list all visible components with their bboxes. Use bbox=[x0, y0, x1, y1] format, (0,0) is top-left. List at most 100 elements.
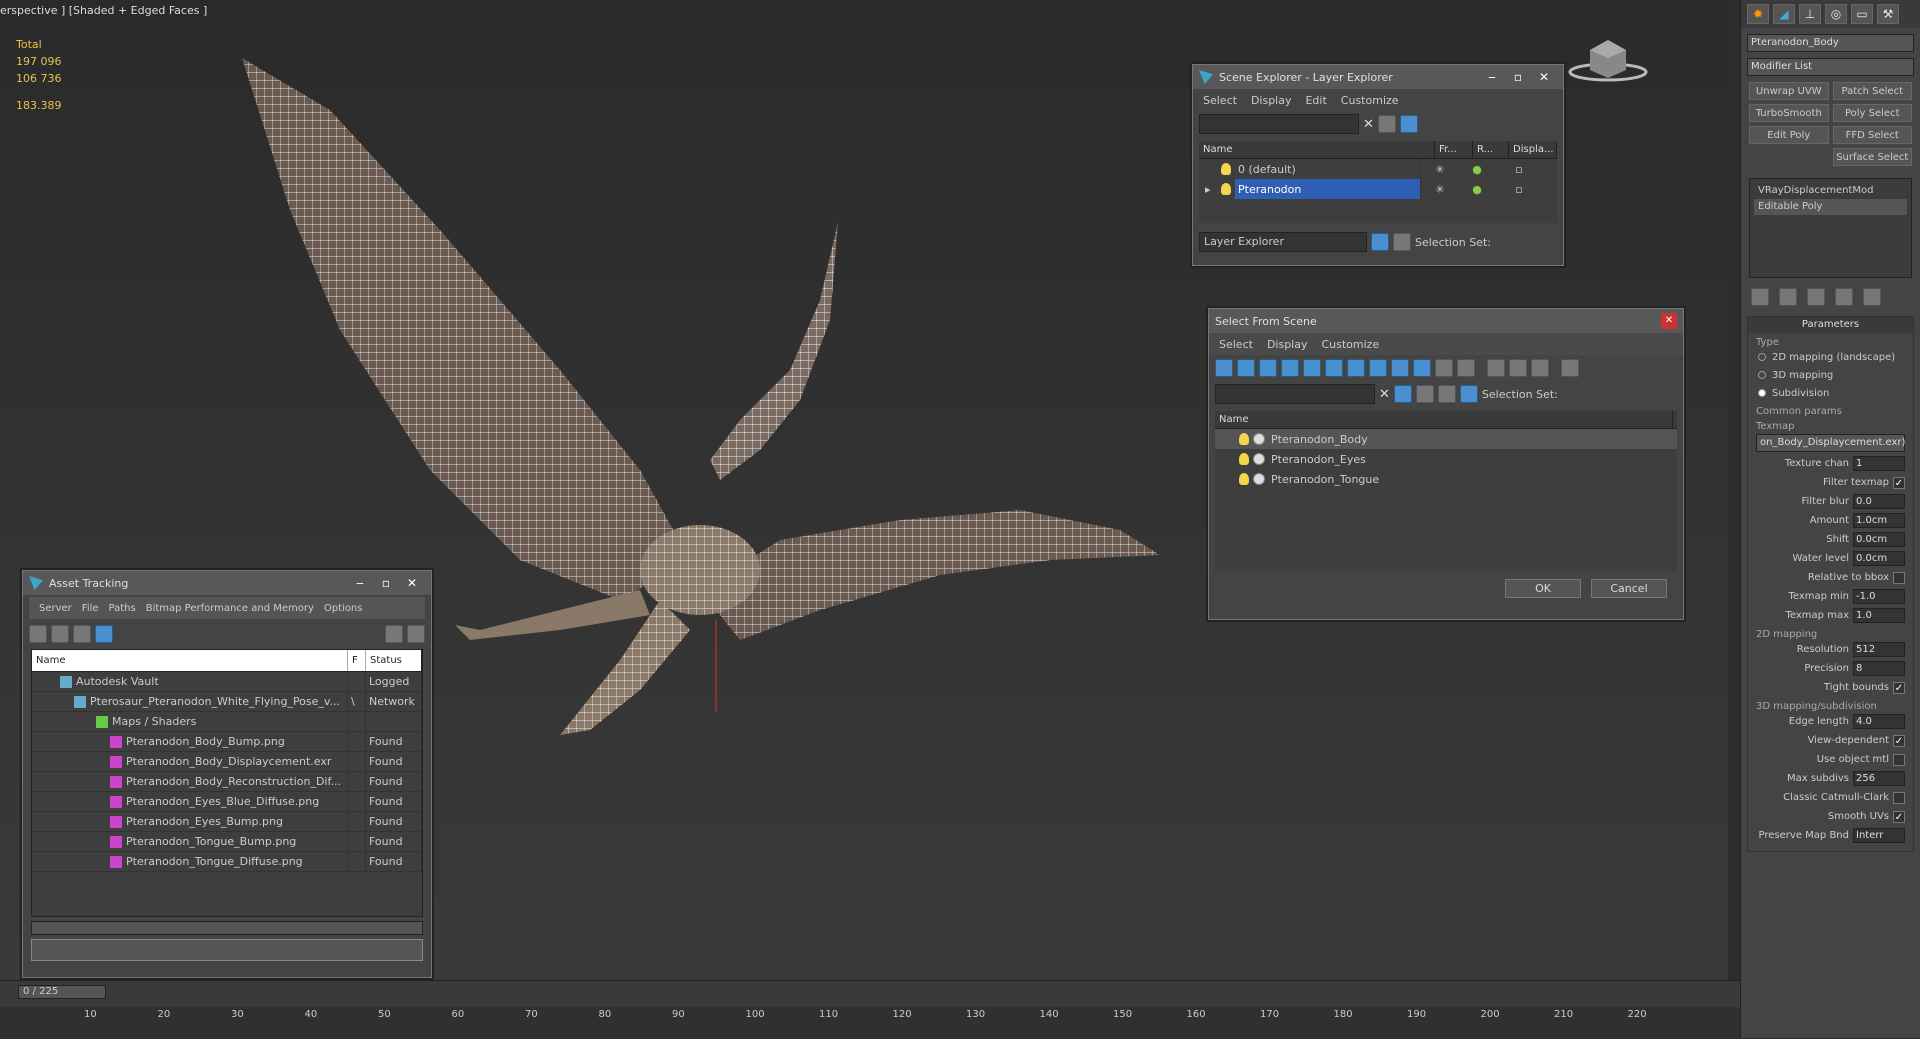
search-input[interactable] bbox=[1215, 384, 1375, 404]
param-checkbox[interactable] bbox=[1893, 571, 1905, 584]
col-name[interactable]: Name bbox=[1199, 141, 1435, 158]
render-icon[interactable]: ● bbox=[1459, 183, 1495, 196]
select-from-scene-window[interactable]: Select From Scene ✕ Select Display Custo… bbox=[1208, 308, 1684, 620]
modify-tab-icon[interactable]: ◢ bbox=[1773, 4, 1795, 24]
minimize-button[interactable]: ‒ bbox=[347, 576, 373, 590]
frozen-filter-icon[interactable] bbox=[1435, 359, 1453, 377]
configure-sets-icon[interactable] bbox=[1863, 288, 1881, 306]
select-from-scene-titlebar[interactable]: Select From Scene ✕ bbox=[1209, 309, 1683, 333]
asset-row[interactable]: Maps / Shaders bbox=[32, 712, 422, 732]
layer-mode-icon[interactable] bbox=[1371, 233, 1389, 251]
param-spinner[interactable]: 0.0 bbox=[1853, 494, 1905, 509]
help-icon[interactable] bbox=[385, 625, 403, 643]
light-filter-icon[interactable] bbox=[1259, 359, 1277, 377]
col-display[interactable]: Displa... bbox=[1509, 141, 1557, 158]
param-spinner[interactable]: Interr bbox=[1853, 828, 1905, 843]
asset-tracking-window[interactable]: Asset Tracking ‒ ▫ ✕ Server File Paths B… bbox=[22, 570, 432, 978]
horizontal-scrollbar[interactable] bbox=[31, 921, 423, 935]
col-name[interactable]: Name bbox=[32, 650, 348, 671]
param-checkbox[interactable]: ✓ bbox=[1893, 810, 1905, 823]
param-checkbox[interactable]: ✓ bbox=[1893, 734, 1905, 747]
ok-button[interactable]: OK bbox=[1505, 579, 1581, 598]
expand-arrow-icon[interactable]: ▸ bbox=[1199, 183, 1213, 196]
param-checkbox[interactable]: ✓ bbox=[1893, 681, 1905, 694]
close-button[interactable]: ✕ bbox=[399, 576, 425, 590]
stack-icon[interactable] bbox=[1437, 385, 1456, 403]
select-all-icon[interactable] bbox=[1487, 359, 1505, 377]
asset-row[interactable]: Pteranodon_Eyes_Blue_Diffuse.png Found bbox=[32, 792, 422, 812]
list-icon[interactable] bbox=[51, 625, 69, 643]
hierarchy-icon[interactable] bbox=[1459, 385, 1478, 403]
bulb-icon[interactable] bbox=[1239, 473, 1249, 485]
scene-explorer-window[interactable]: Scene Explorer - Layer Explorer ‒ ▫ ✕ Se… bbox=[1192, 64, 1564, 266]
bulb-icon[interactable] bbox=[1221, 183, 1231, 195]
menu-customize[interactable]: Customize bbox=[1321, 338, 1379, 351]
make-unique-icon[interactable] bbox=[1807, 288, 1825, 306]
camera-filter-icon[interactable] bbox=[1281, 359, 1299, 377]
asset-row[interactable]: Pteranodon_Tongue_Diffuse.png Found bbox=[32, 852, 422, 872]
mod-button[interactable]: FFD Select bbox=[1832, 126, 1912, 144]
settings-icon[interactable] bbox=[407, 625, 425, 643]
col-freeze[interactable]: Fr... bbox=[1435, 141, 1473, 158]
param-spinner[interactable]: 0.0cm bbox=[1853, 551, 1905, 566]
freeze-icon[interactable]: ✳ bbox=[1421, 163, 1459, 176]
mod-button[interactable]: Edit Poly bbox=[1749, 126, 1829, 144]
mod-button[interactable]: Poly Select bbox=[1832, 104, 1912, 122]
menu-customize[interactable]: Customize bbox=[1341, 94, 1399, 107]
col-render[interactable]: R... bbox=[1473, 141, 1509, 158]
motion-tab-icon[interactable]: ◎ bbox=[1825, 4, 1847, 24]
minimize-button[interactable]: ‒ bbox=[1479, 70, 1505, 84]
container-filter-icon[interactable] bbox=[1413, 359, 1431, 377]
param-spinner[interactable]: 256 bbox=[1853, 771, 1905, 786]
layers-icon[interactable] bbox=[1399, 115, 1418, 133]
param-spinner[interactable]: 8 bbox=[1853, 661, 1905, 676]
cancel-button[interactable]: Cancel bbox=[1591, 579, 1667, 598]
mod-button[interactable]: TurboSmooth bbox=[1749, 104, 1829, 122]
menu-paths[interactable]: Paths bbox=[109, 603, 136, 614]
scene-explorer-titlebar[interactable]: Scene Explorer - Layer Explorer ‒ ▫ ✕ bbox=[1193, 65, 1563, 89]
param-spinner[interactable]: 4.0 bbox=[1853, 714, 1905, 729]
viewcube-icon[interactable] bbox=[1568, 36, 1648, 82]
parameters-header[interactable]: Parameters bbox=[1748, 317, 1913, 333]
hierarchy-icon[interactable] bbox=[1393, 233, 1411, 251]
group-filter-icon[interactable] bbox=[1347, 359, 1365, 377]
param-checkbox[interactable] bbox=[1893, 753, 1905, 766]
asset-row[interactable]: Pteranodon_Body_Bump.png Found bbox=[32, 732, 422, 752]
type-radio[interactable]: 2D mapping (landscape) bbox=[1748, 348, 1913, 366]
maximize-button[interactable]: ▫ bbox=[373, 576, 399, 590]
type-radio[interactable]: Subdivision bbox=[1748, 384, 1913, 402]
object-row[interactable]: Pteranodon_Tongue bbox=[1215, 469, 1677, 489]
display-tab-icon[interactable]: ▭ bbox=[1851, 4, 1873, 24]
type-radio[interactable]: 3D mapping bbox=[1748, 366, 1913, 384]
mod-button[interactable]: Patch Select bbox=[1832, 82, 1912, 100]
asset-tracking-titlebar[interactable]: Asset Tracking ‒ ▫ ✕ bbox=[23, 571, 431, 595]
col-status[interactable]: Status bbox=[366, 650, 422, 671]
hidden-filter-icon[interactable] bbox=[1457, 359, 1475, 377]
grid-view-icon[interactable] bbox=[95, 625, 113, 643]
pin-stack-icon[interactable] bbox=[1751, 288, 1769, 306]
col-f[interactable]: F bbox=[348, 650, 366, 671]
select-none-icon[interactable] bbox=[1509, 359, 1527, 377]
param-spinner[interactable]: 0.0cm bbox=[1853, 532, 1905, 547]
menu-file[interactable]: File bbox=[82, 603, 99, 614]
param-spinner[interactable]: 1.0cm bbox=[1853, 513, 1905, 528]
modifier-list-dropdown[interactable]: Modifier List bbox=[1747, 58, 1914, 76]
timeline-ruler[interactable]: 10 20 30 40 50 60 70 80 90 100 110 120 130 140 150 160 1… bbox=[0, 1007, 1740, 1039]
freeze-icon[interactable]: ✳ bbox=[1421, 183, 1459, 196]
stack-item[interactable]: VRayDisplacementMod bbox=[1754, 183, 1907, 199]
explorer-dropdown[interactable]: Layer Explorer bbox=[1199, 232, 1367, 252]
shape-filter-icon[interactable] bbox=[1237, 359, 1255, 377]
time-slider[interactable]: 0 / 225 bbox=[18, 985, 106, 999]
utilities-tab-icon[interactable]: ⚒ bbox=[1877, 4, 1899, 24]
display-icon[interactable]: ▫ bbox=[1495, 163, 1543, 176]
stack-item[interactable]: Editable Poly bbox=[1754, 199, 1907, 215]
object-row[interactable]: Pteranodon_Body bbox=[1215, 429, 1677, 449]
col-name[interactable]: Name bbox=[1215, 411, 1673, 428]
xref-filter-icon[interactable] bbox=[1369, 359, 1387, 377]
close-button[interactable]: ✕ bbox=[1661, 313, 1677, 329]
object-row[interactable]: Pteranodon_Eyes bbox=[1215, 449, 1677, 469]
param-spinner[interactable]: 1 bbox=[1853, 456, 1905, 471]
clear-search-icon[interactable]: ✕ bbox=[1379, 387, 1390, 402]
bulb-icon[interactable] bbox=[1239, 433, 1249, 445]
menu-edit[interactable]: Edit bbox=[1305, 94, 1326, 107]
